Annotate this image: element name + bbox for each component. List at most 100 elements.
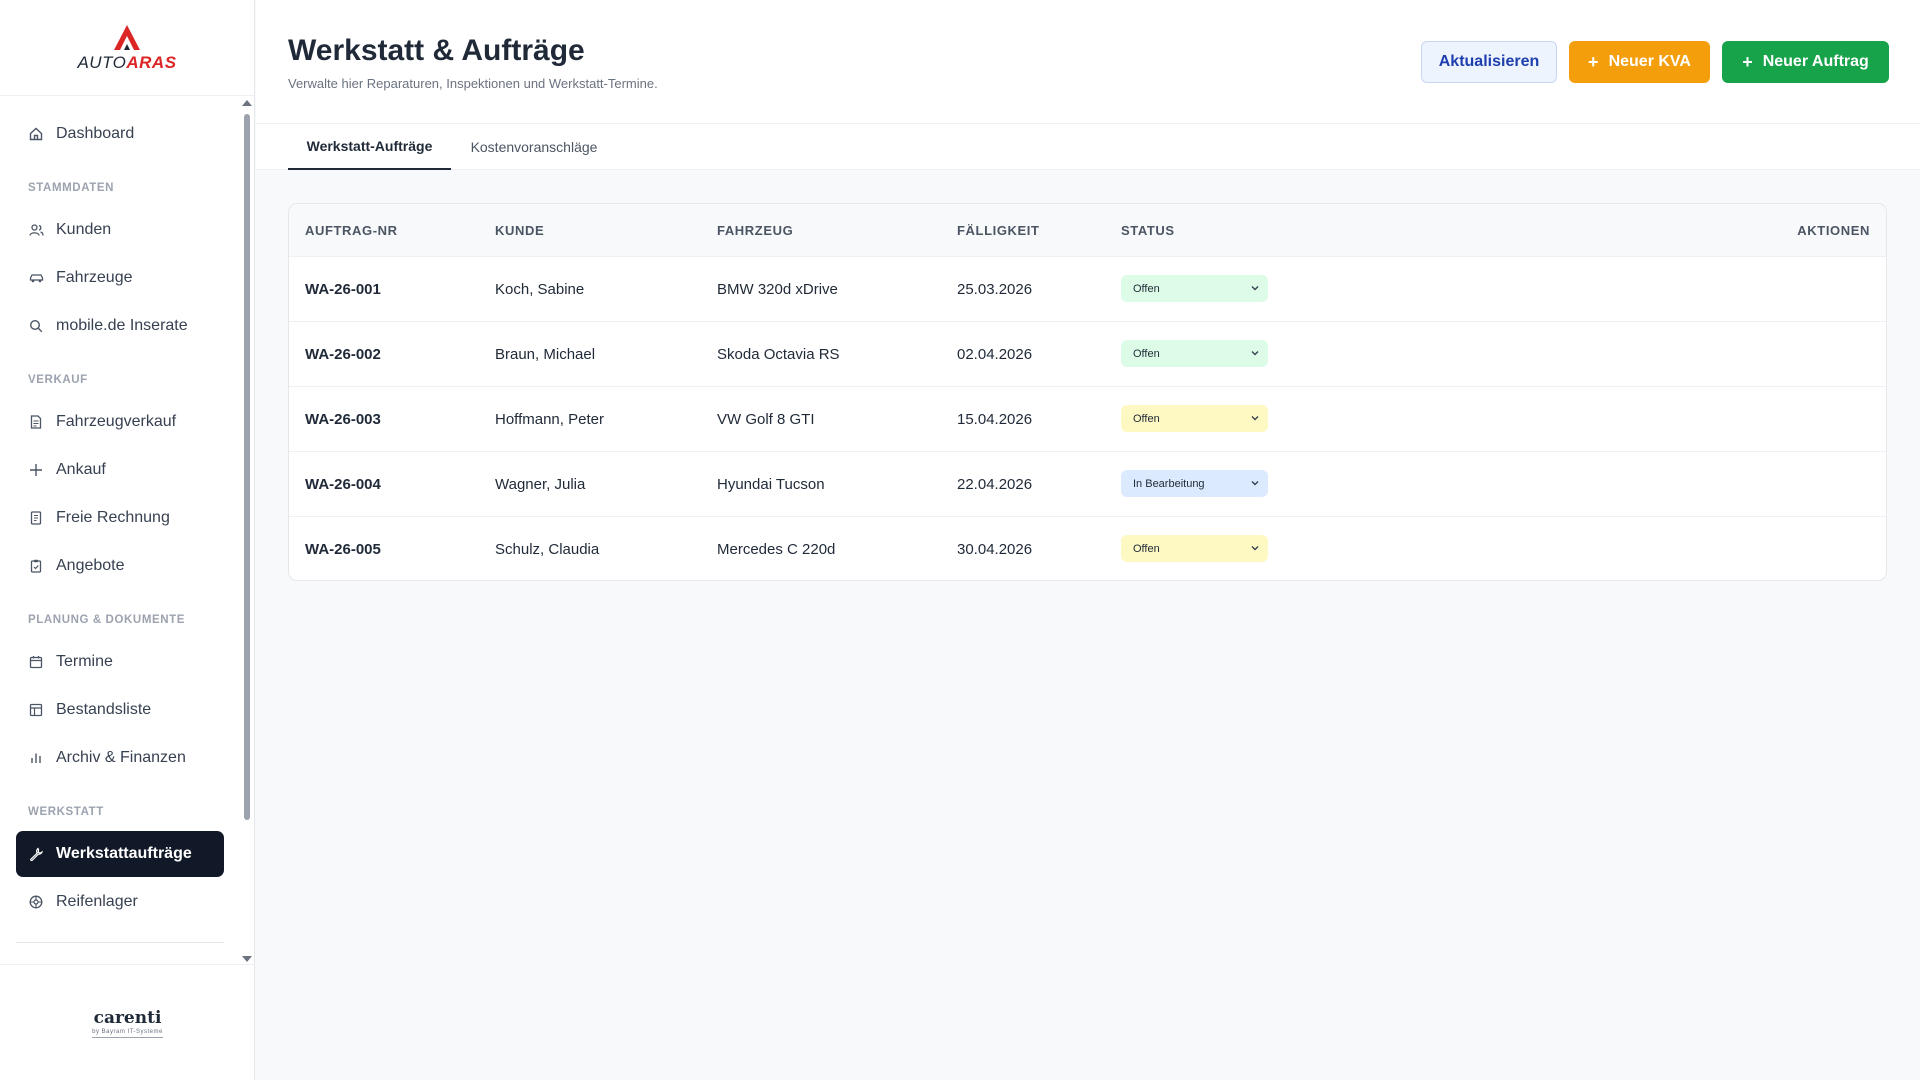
cell-auftrag-nr: WA-26-002 (305, 346, 381, 363)
new-order-button[interactable]: + Neuer Auftrag (1722, 41, 1889, 83)
column-header-fahrzeug[interactable]: FAHRZEUG (717, 204, 793, 257)
cell-kunde: Hoffmann, Peter (495, 411, 604, 428)
page-subtitle: Verwalte hier Reparaturen, Inspektionen … (288, 76, 658, 91)
sidebar-item-label: Bestandsliste (56, 701, 152, 718)
section-werkstatt: WERKSTATT (28, 806, 104, 818)
page-header: Werkstatt & Aufträge Verwalte hier Repar… (256, 0, 1920, 124)
chevron-down-icon (1251, 481, 1259, 486)
plus-icon: + (1742, 51, 1753, 72)
search-icon (28, 318, 44, 334)
plus-icon: + (1588, 51, 1599, 72)
column-header-faelligkeit[interactable]: FÄLLIGKEIT (957, 204, 1040, 257)
tab-bar: Werkstatt-Aufträge Kostenvoranschläge (256, 124, 1920, 170)
cell-kunde: Koch, Sabine (495, 281, 585, 298)
chevron-down-icon (1251, 546, 1259, 551)
sidebar-item-kunden[interactable]: Kunden (16, 207, 224, 253)
sidebar-item-label: Angebote (56, 557, 125, 574)
cell-kunde: Braun, Michael (495, 346, 596, 363)
table-row[interactable]: WA-26-001 Koch, Sabine BMW 320d xDrive 25.0… (289, 257, 1886, 322)
new-kva-button[interactable]: + Neuer KVA (1569, 41, 1710, 83)
cell-faelligkeit: 30.04.2026 (957, 541, 1033, 558)
cell-auftrag-nr: WA-26-005 (305, 541, 381, 558)
table-row[interactable]: WA-26-005 Schulz, Claudia Mercedes C 220d 3… (289, 517, 1886, 580)
column-header-auftrag-nr[interactable]: AUFTRAG-NR (305, 204, 398, 257)
table-icon (28, 702, 44, 718)
sidebar-item-label: Fahrzeugverkauf (56, 413, 177, 430)
sidebar: AUTOARAS Dashboard STAMMDATEN Kunden Fah… (0, 0, 255, 1080)
new-order-label: Neuer Auftrag (1762, 53, 1869, 70)
sidebar-item-fahrzeuge[interactable]: Fahrzeuge (16, 255, 224, 301)
tab-kostenvoranschlaege[interactable]: Kostenvoranschläge (451, 124, 617, 170)
status-select[interactable]: Offen (1121, 275, 1268, 302)
status-select[interactable]: In Bearbeitung (1121, 470, 1268, 497)
receipt-icon (28, 510, 44, 526)
scroll-thumb[interactable] (244, 114, 250, 820)
status-select[interactable]: Offen (1121, 535, 1268, 562)
bar-chart-icon (28, 750, 44, 766)
sidebar-item-reifenlager[interactable]: Reifenlager (16, 879, 224, 925)
sidebar-item-label: Werkstattaufträge (56, 845, 192, 862)
sidebar-item-label: Ankauf (56, 461, 106, 478)
cell-faelligkeit: 15.04.2026 (957, 411, 1033, 428)
chevron-down-icon (1251, 351, 1259, 356)
section-stammdaten: STAMMDATEN (28, 182, 115, 194)
clipboard-icon (28, 558, 44, 574)
tire-icon (28, 894, 44, 910)
cell-kunde: Schulz, Claudia (495, 541, 600, 558)
status-value: In Bearbeitung (1133, 477, 1205, 490)
table-row[interactable]: WA-26-004 Wagner, Julia Hyundai Tucson 22.0… (289, 452, 1886, 517)
cell-fahrzeug: BMW 320d xDrive (717, 281, 838, 298)
orders-table: AUFTRAG-NR KUNDE FAHRZEUG FÄLLIGKEIT STA… (288, 203, 1887, 581)
logo-icon (114, 24, 140, 50)
sidebar-footer-brand: carenti by Bayram IT-Systeme (0, 964, 255, 1080)
cell-fahrzeug: Hyundai Tucson (717, 476, 825, 493)
sidebar-item-freie-rechnung[interactable]: Freie Rechnung (16, 495, 224, 541)
sidebar-item-bestandsliste[interactable]: Bestandsliste (16, 687, 224, 733)
sidebar-item-termine[interactable]: Termine (16, 639, 224, 685)
brand-name: carenti (93, 1007, 162, 1028)
status-value: Offen (1133, 542, 1160, 555)
plus-icon (28, 462, 44, 478)
sidebar-scrollbar[interactable] (242, 98, 252, 964)
column-header-status[interactable]: STATUS (1121, 204, 1175, 257)
table-row[interactable]: WA-26-003 Hoffmann, Peter VW Golf 8 GTI 15.… (289, 387, 1886, 452)
sidebar-item-fahrzeugverkauf[interactable]: Fahrzeugverkauf (16, 399, 224, 445)
scroll-down-arrow-icon[interactable] (242, 956, 252, 962)
logo[interactable]: AUTOARAS (0, 0, 254, 96)
status-value: Offen (1133, 412, 1160, 425)
nav-divider (16, 942, 224, 943)
sidebar-item-label: Archiv & Finanzen (56, 749, 186, 766)
sidebar-item-label: Reifenlager (56, 893, 138, 910)
sidebar-item-archiv[interactable]: Archiv & Finanzen (16, 735, 224, 781)
table-row[interactable]: WA-26-002 Braun, Michael Skoda Octavia RS 0… (289, 322, 1886, 387)
cell-faelligkeit: 02.04.2026 (957, 346, 1033, 363)
section-verkauf: VERKAUF (28, 374, 88, 386)
table-header: AUFTRAG-NR KUNDE FAHRZEUG FÄLLIGKEIT STA… (289, 204, 1886, 257)
logo-text: AUTOARAS (77, 52, 177, 72)
status-select[interactable]: Offen (1121, 405, 1268, 432)
status-value: Offen (1133, 347, 1160, 360)
car-icon (28, 270, 44, 286)
refresh-button[interactable]: Aktualisieren (1421, 41, 1557, 83)
sidebar-item-mobile-de[interactable]: mobile.de Inserate (16, 303, 224, 349)
section-planung: PLANUNG & DOKUMENTE (28, 614, 186, 626)
wrench-icon (28, 846, 44, 862)
sidebar-item-label: Fahrzeuge (56, 269, 133, 286)
sidebar-item-angebote[interactable]: Angebote (16, 543, 224, 589)
cell-fahrzeug: Skoda Octavia RS (717, 346, 840, 363)
sidebar-item-werkstattauftraege[interactable]: Werkstattaufträge (16, 831, 224, 877)
column-header-kunde[interactable]: KUNDE (495, 204, 544, 257)
cell-auftrag-nr: WA-26-004 (305, 476, 381, 493)
sidebar-item-dashboard[interactable]: Dashboard (16, 111, 224, 157)
cell-kunde: Wagner, Julia (495, 476, 586, 493)
cell-auftrag-nr: WA-26-001 (305, 281, 381, 298)
tab-werkstatt-auftraege[interactable]: Werkstatt-Aufträge (288, 124, 451, 170)
scroll-up-arrow-icon[interactable] (242, 100, 252, 106)
cell-faelligkeit: 22.04.2026 (957, 476, 1033, 493)
status-select[interactable]: Offen (1121, 340, 1268, 367)
refresh-button-label: Aktualisieren (1438, 53, 1540, 70)
sidebar-item-ankauf[interactable]: Ankauf (16, 447, 224, 493)
file-icon (28, 414, 44, 430)
chevron-down-icon (1251, 286, 1259, 291)
sidebar-item-label: mobile.de Inserate (56, 317, 188, 334)
